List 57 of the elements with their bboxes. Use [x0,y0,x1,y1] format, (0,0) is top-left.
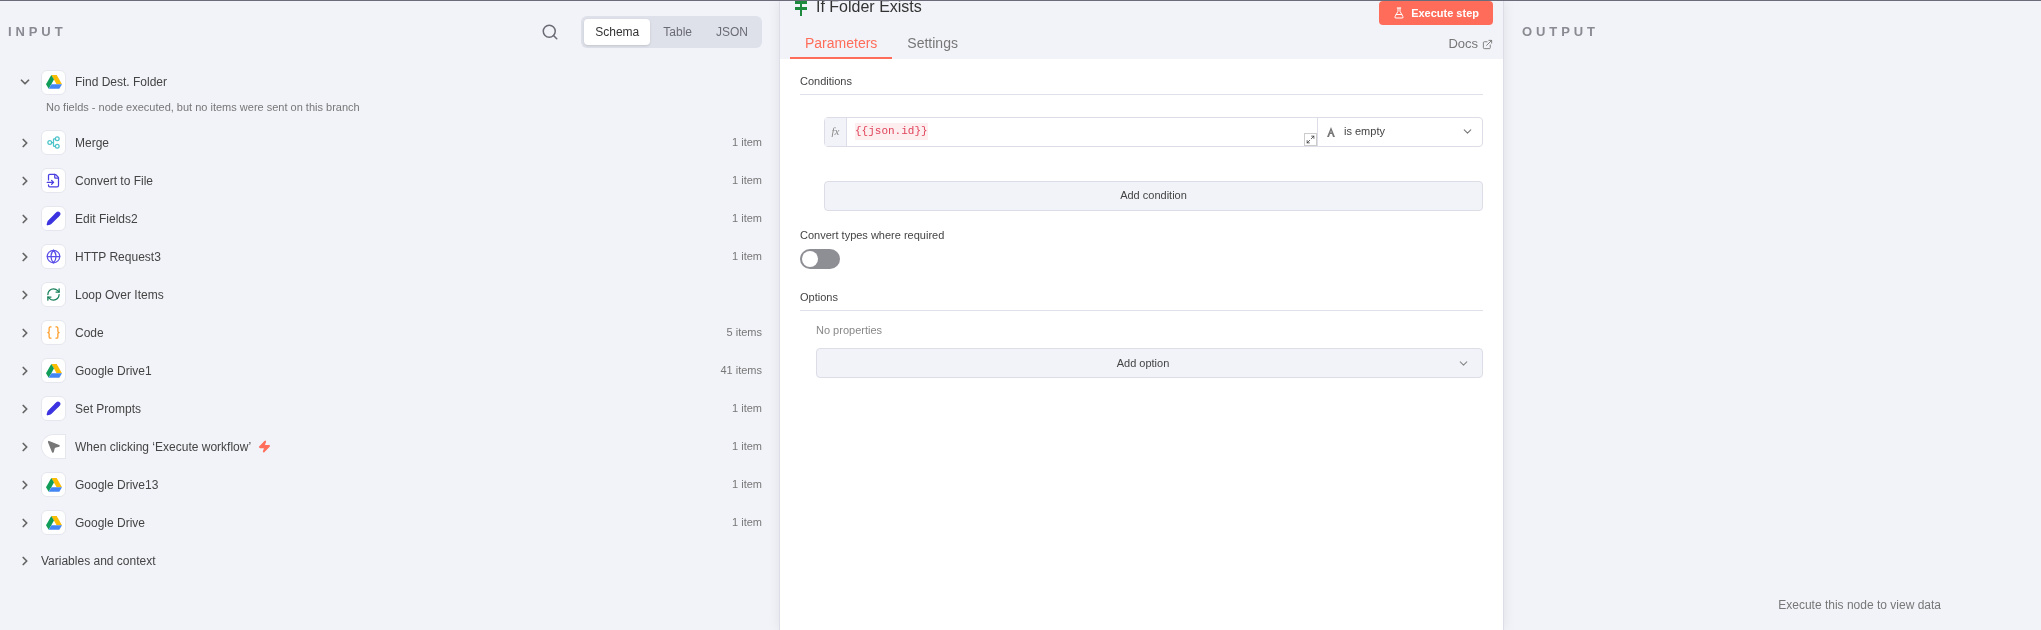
node-name[interactable]: Loop Over Items [75,285,164,304]
item-count: 1 item [732,477,762,493]
refresh-icon [46,287,61,302]
external-link-icon [1482,38,1493,50]
globe-icon [46,249,61,264]
drive-triangle-icon [45,363,62,378]
pencil-icon [46,401,61,416]
flask-icon [1393,7,1406,19]
item-count: 1 item [732,401,762,417]
add-option-dropdown[interactable]: Add option [816,348,1483,378]
drive-triangle-icon [45,515,62,530]
item-count: 1 item [732,439,762,455]
pencil-icon [46,211,61,226]
panel-title: INPUT [8,23,67,42]
node-name[interactable]: Code [75,323,104,342]
item-count: 1 item [732,211,762,227]
node-name[interactable]: Convert to File [75,171,154,190]
fork-icon [46,135,61,150]
empty-node-message: No fields - node executed, but no items were sent on this branch [45,100,361,115]
field-label: Convert types where required [800,227,946,243]
view-tab[interactable]: Table [652,19,703,45]
search-icon[interactable] [541,23,560,41]
lightning-icon [258,440,272,453]
node-name[interactable]: When clicking ‘Execute workflow’ [75,437,252,456]
toggle-switch[interactable] [800,249,840,269]
braces-icon [46,325,61,340]
add-condition-button[interactable]: Add condition [824,180,1483,211]
file-arrow-icon [46,173,61,188]
view-tab[interactable]: JSON [705,19,759,45]
docs-link[interactable]: Docs [1448,29,1493,59]
section-heading: Conditions [800,73,1483,95]
item-count: 41 items [720,363,762,379]
node-name[interactable]: HTTP Request3 [75,247,161,266]
empty-message: No properties [815,322,884,338]
node-name[interactable]: Google Drive1 [75,361,152,380]
item-count: 1 item [732,249,762,265]
node-name[interactable]: Merge [75,133,109,152]
drive-triangle-icon [45,477,62,492]
node-name[interactable]: Find Dest. Folder [75,73,168,91]
signpost-icon [794,1,808,16]
node-name[interactable]: Set Prompts [75,399,142,418]
section-heading: Options [800,289,1483,311]
node-name[interactable]: Google Drive [75,513,146,532]
item-count: 1 item [732,515,762,531]
cursor-icon [46,439,61,454]
variables-section-label[interactable]: Variables and context [41,551,156,570]
node-name[interactable]: Google Drive13 [75,475,159,494]
panel-tab[interactable]: Settings [892,29,973,59]
drive-triangle-icon [45,75,62,89]
panel-title: OUTPUT [1522,23,1599,42]
node-name[interactable]: Edit Fields2 [75,209,138,228]
empty-output-message: Execute this node to view data [1778,597,1941,614]
node-title: If Folder Exists [816,1,922,17]
item-count: 1 item [732,173,762,189]
view-tab[interactable]: Schema [584,19,651,45]
item-count: 5 items [726,325,762,341]
item-count: 1 item [732,135,762,151]
